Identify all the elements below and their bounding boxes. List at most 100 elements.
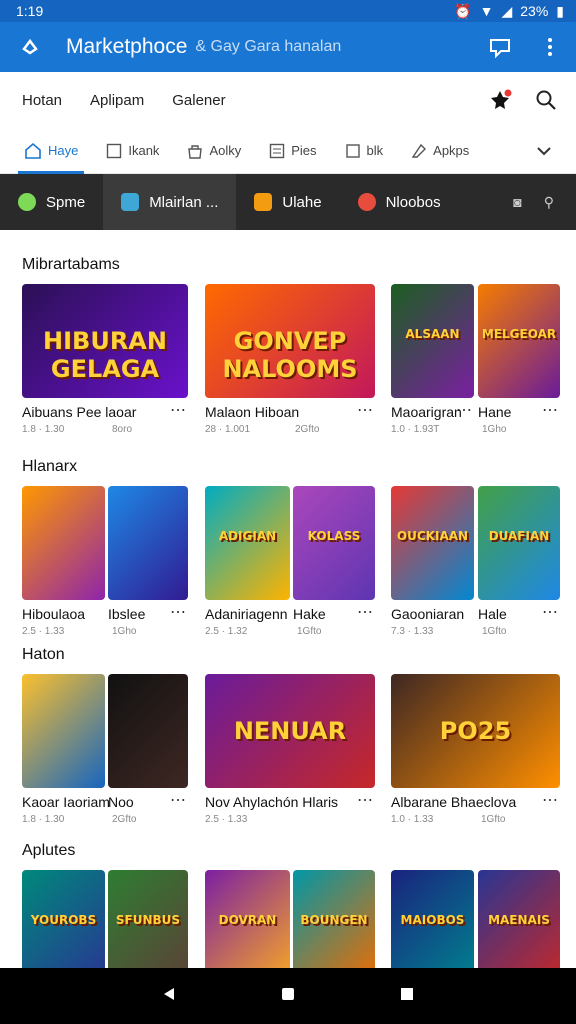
category-icon	[18, 193, 36, 211]
app-thumbnail[interactable]: BOUNGEN	[293, 870, 375, 968]
list-icon	[270, 143, 285, 158]
more-options-icon[interactable]: ⋯	[542, 602, 559, 622]
tab-row: Haye Ikank Aolky Pies blk Apkps	[0, 128, 576, 174]
more-options-icon[interactable]: ⋯	[456, 400, 473, 420]
app-thumbnail[interactable]: GONVEP NALOOMS	[205, 284, 375, 398]
battery-icon: ▮	[556, 2, 564, 19]
content-area: Mibrartabams HIBURAN GELAGA Aibuans Pee la…	[0, 230, 576, 968]
app-thumbnail[interactable]: DUAFIAN	[478, 486, 560, 600]
app-title: Nov Ahylachón Hlaris	[205, 794, 339, 810]
status-time: 1:19	[16, 3, 44, 19]
app-thumbnail[interactable]: PO25	[391, 674, 560, 788]
more-options-icon[interactable]: ⋯	[357, 790, 374, 810]
app-thumbnail[interactable]: HIBURAN GELAGA	[22, 284, 188, 398]
app-thumbnail[interactable]: ALSAAN	[391, 284, 474, 398]
app-thumbnail[interactable]: ADIGIAN	[205, 486, 290, 600]
tab-label: Ikank	[128, 143, 160, 158]
category-chip[interactable]: Spme	[0, 174, 103, 230]
chat-icon[interactable]	[488, 35, 512, 59]
tab-label: Apkps	[433, 143, 470, 158]
thumbnail-art-text: HIBURAN GELAGA	[43, 327, 167, 383]
app-thumbnail[interactable]: NENUAR	[205, 674, 375, 788]
home-nav-icon[interactable]	[280, 986, 296, 1007]
app-thumbnail[interactable]: SFUNBUS	[108, 870, 188, 968]
app-thumbnail[interactable]: DOVRAN	[205, 870, 290, 968]
top-nav-link[interactable]: Galener	[172, 92, 225, 109]
app-thumbnail[interactable]: MELGEOAR	[478, 284, 560, 398]
app-thumbnail[interactable]: KOLASS	[293, 486, 375, 600]
app-thumbnail[interactable]	[22, 486, 105, 600]
thumbnail-art-text: ALSAAN	[405, 327, 460, 341]
more-options-icon[interactable]: ⋯	[170, 400, 187, 420]
recents-nav-icon[interactable]	[399, 986, 415, 1007]
app-thumbnail[interactable]: MAENAIS	[478, 870, 560, 968]
thumbnail-art-text: MELGEOAR	[481, 327, 557, 341]
app-title: Malaon Hiboan	[205, 404, 300, 420]
overflow-menu-icon[interactable]	[538, 35, 562, 59]
app-thumbnail[interactable]	[108, 486, 188, 600]
section-title: Haton	[22, 646, 65, 663]
category-chip[interactable]: Mlairlan ...	[103, 174, 237, 230]
section-title: Mibrartabams	[22, 256, 120, 273]
rank-icon	[107, 143, 122, 158]
battery-text: 23%	[520, 3, 549, 19]
app-thumbnail[interactable]: OUCKIAAN	[391, 486, 474, 600]
top-nav-link[interactable]: Hotan	[22, 92, 62, 109]
more-options-icon[interactable]: ⋯	[357, 400, 374, 420]
app-title: Hake	[293, 606, 326, 622]
app-size-meta: 1Gho	[482, 424, 507, 435]
filter-icon[interactable]: ⚲	[544, 194, 554, 211]
more-options-icon[interactable]: ⋯	[170, 790, 187, 810]
thumbnail-art-text: BOUNGEN	[300, 913, 368, 927]
more-options-icon[interactable]: ⋯	[170, 602, 187, 622]
top-nav-link[interactable]: Aplipam	[90, 92, 144, 109]
app-size-meta: 1Gfto	[297, 626, 322, 637]
camera-icon[interactable]: ◙	[513, 194, 521, 210]
app-title: Aibuans Pee laoar	[22, 404, 137, 420]
tab-home[interactable]: Haye	[10, 128, 92, 174]
app-title: Hiboulaoa	[22, 606, 86, 622]
tab-bag[interactable]: Aolky	[173, 128, 255, 174]
app-thumbnail[interactable]: YOUROBS	[22, 870, 105, 968]
tab-book[interactable]: blk	[331, 128, 398, 174]
app-title: Ibslee	[108, 606, 146, 622]
category-icon	[357, 193, 376, 211]
back-icon[interactable]	[18, 35, 42, 59]
app-size-meta: 1Gfto	[482, 626, 507, 637]
category-chip[interactable]: Nloobos	[340, 174, 459, 230]
tab-tag[interactable]: Apkps	[397, 128, 483, 174]
more-options-icon[interactable]: ⋯	[542, 790, 559, 810]
category-label: Mlairlan ...	[149, 193, 219, 211]
section-title: Hlanarx	[22, 458, 78, 475]
app-rating-meta: 2.5 · 1.32	[205, 626, 248, 637]
alarm-icon: ⏰	[454, 2, 472, 19]
bag-icon	[188, 144, 203, 159]
more-options-icon[interactable]: ⋯	[542, 400, 559, 420]
thumbnail-art-text: SFUNBUS	[115, 913, 181, 927]
app-thumbnail[interactable]	[108, 674, 188, 788]
more-options-icon[interactable]: ⋯	[357, 602, 374, 622]
category-chip[interactable]: Ulahe	[236, 174, 339, 230]
thumbnail-art-text: KOLASS	[307, 529, 361, 543]
app-size-meta: 2Gfto	[295, 424, 320, 435]
app-rating-meta: 28 · 1.001	[205, 424, 251, 435]
app-thumbnail[interactable]	[22, 674, 105, 788]
category-label: Ulahe	[282, 193, 322, 211]
thumbnail-art-text: GONVEP NALOOMS	[222, 327, 358, 383]
thumbnail-art-text: ADIGIAN	[218, 529, 277, 543]
back-nav-icon[interactable]	[161, 986, 177, 1007]
app-thumbnail[interactable]: MAIOBOS	[391, 870, 474, 968]
system-nav-bar	[0, 968, 576, 1024]
tab-label: Pies	[291, 143, 317, 158]
app-title: Gaooniaran	[391, 606, 465, 622]
status-bar: 1:19 ⏰ ▼ ◢ 23% ▮	[0, 0, 576, 22]
search-icon[interactable]	[534, 88, 558, 112]
notification-icon[interactable]	[488, 88, 512, 112]
category-bar: Spme Mlairlan ... Ulahe Nloobos ◙ ⚲	[0, 174, 576, 230]
tab-list[interactable]: Pies	[255, 128, 330, 174]
tab-rank[interactable]: Ikank	[92, 128, 173, 174]
category-icon	[121, 193, 140, 211]
chevron-down-icon[interactable]	[532, 139, 556, 163]
wifi-icon: ▼	[479, 3, 494, 19]
tab-label: blk	[366, 143, 384, 158]
